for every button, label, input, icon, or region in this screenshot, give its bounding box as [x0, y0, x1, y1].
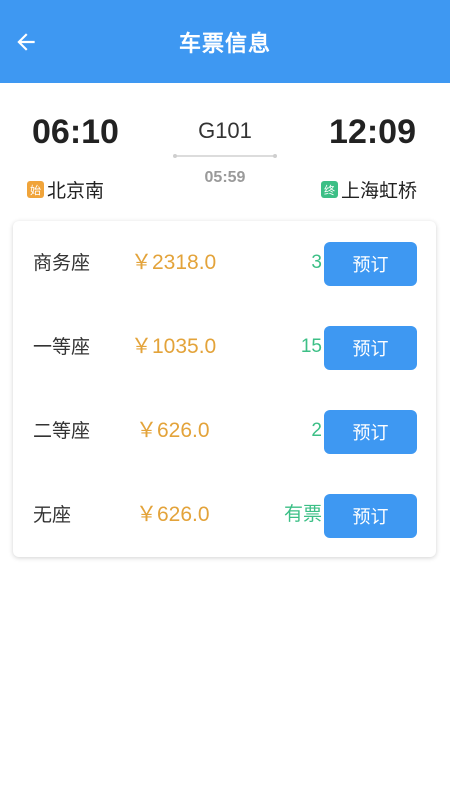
seat-row: 商务座 ￥2318.0 3 预订	[13, 233, 436, 293]
departure-station-name: 北京南	[47, 180, 105, 202]
seat-row: 一等座 ￥1035.0 15 预订	[13, 317, 436, 377]
seat-row: 二等座 ￥626.0 2 预订	[13, 401, 436, 461]
seat-availability: 3	[311, 252, 322, 273]
journey-line	[173, 154, 277, 158]
end-tag: 终	[320, 181, 338, 198]
book-button[interactable]: 预订	[324, 494, 417, 538]
book-button[interactable]: 预订	[324, 242, 417, 286]
page-title: 车票信息	[178, 31, 271, 57]
seat-type: 商务座	[33, 252, 91, 274]
seat-availability: 15	[300, 336, 322, 357]
arrival-station-name: 上海虹桥	[340, 180, 417, 202]
book-button[interactable]: 预订	[324, 326, 417, 370]
arrow-left-icon	[17, 33, 35, 51]
arrival-time: 12:09	[329, 113, 416, 151]
seat-price: ￥1035.0	[131, 335, 217, 358]
seat-type: 二等座	[33, 420, 91, 442]
start-tag: 始	[27, 181, 44, 198]
seat-list: 商务座 ￥2318.0 3 预订 一等座 ￥1035.0 15 预订 二等座 ￥…	[13, 221, 436, 557]
seat-availability: 2	[311, 420, 322, 441]
seat-price: ￥626.0	[136, 503, 210, 526]
seat-availability: 有票	[283, 504, 322, 525]
seat-price: ￥2318.0	[131, 251, 217, 274]
seat-type: 无座	[33, 504, 72, 526]
app-bar: 车票信息	[0, 0, 450, 83]
trip-summary: 06:10 G101 12:09 05:59 始 北京南 终 上海虹桥	[0, 83, 450, 218]
seat-type: 一等座	[33, 336, 91, 358]
seat-row: 无座 ￥626.0 有票 预订	[13, 485, 436, 545]
departure-station: 始 北京南	[27, 176, 104, 203]
book-button[interactable]: 预订	[324, 410, 417, 454]
arrival-station: 终 上海虹桥	[320, 176, 417, 203]
back-button[interactable]	[10, 26, 42, 58]
seat-price: ￥626.0	[136, 419, 210, 442]
